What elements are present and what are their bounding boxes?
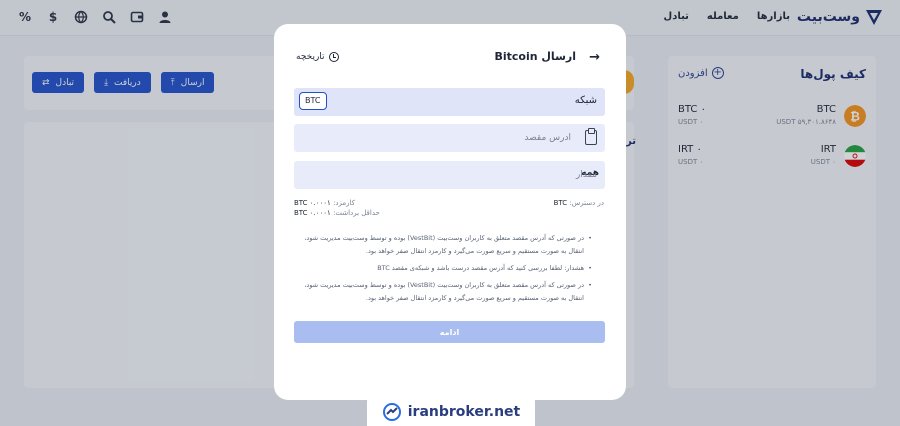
note-item: هشدار: لطفا بررسی کنید که آدرس مقصد درست… [296,262,592,275]
network-select[interactable]: شبکه BTC [294,88,605,116]
amount-input[interactable] [344,161,597,189]
fee-value: ۰.۰۰۰۱ BTC [294,199,331,207]
fee-label: کارمزد: [333,199,355,207]
min-withdraw-value: ۰.۰۰۰۱ BTC [294,209,331,217]
network-label: شبکه [574,95,597,106]
amount-field: همه [294,161,605,189]
history-link[interactable]: تاریخچه [296,52,339,62]
chart-check-icon [382,403,401,421]
modal-title: ارسال Bitcoin [494,50,576,63]
history-label: تاریخچه [296,52,325,62]
note-item: در صورتی که آدرس مقصد متعلق به کاربران و… [296,232,592,258]
send-modal: → ارسال Bitcoin تاریخچه شبکه BTC همه در … [274,24,626,400]
min-withdraw-info: حداقل برداشت: ۰.۰۰۰۱ BTC [294,209,380,217]
address-input[interactable] [321,124,571,152]
available-value: BTC [553,199,568,207]
fee-info: کارمزد: ۰.۰۰۰۱ BTC [294,199,355,207]
available-label: در دسترس: [569,199,604,207]
available-balance: در دسترس: BTC [554,199,604,207]
note-item: در صورتی که آدرس مقصد متعلق به کاربران و… [296,279,592,305]
history-icon [328,52,339,62]
arrow-right-icon[interactable]: → [589,50,600,65]
watermark: iranbroker.net [367,394,535,426]
address-field [294,124,605,152]
network-chip[interactable]: BTC [299,92,327,110]
clipboard-icon[interactable] [585,128,597,145]
watermark-text: iranbroker.net [407,404,521,420]
notes-list: در صورتی که آدرس مقصد متعلق به کاربران و… [296,232,592,309]
min-withdraw-label: حداقل برداشت: [333,209,380,217]
continue-button[interactable]: ادامه [294,321,605,343]
